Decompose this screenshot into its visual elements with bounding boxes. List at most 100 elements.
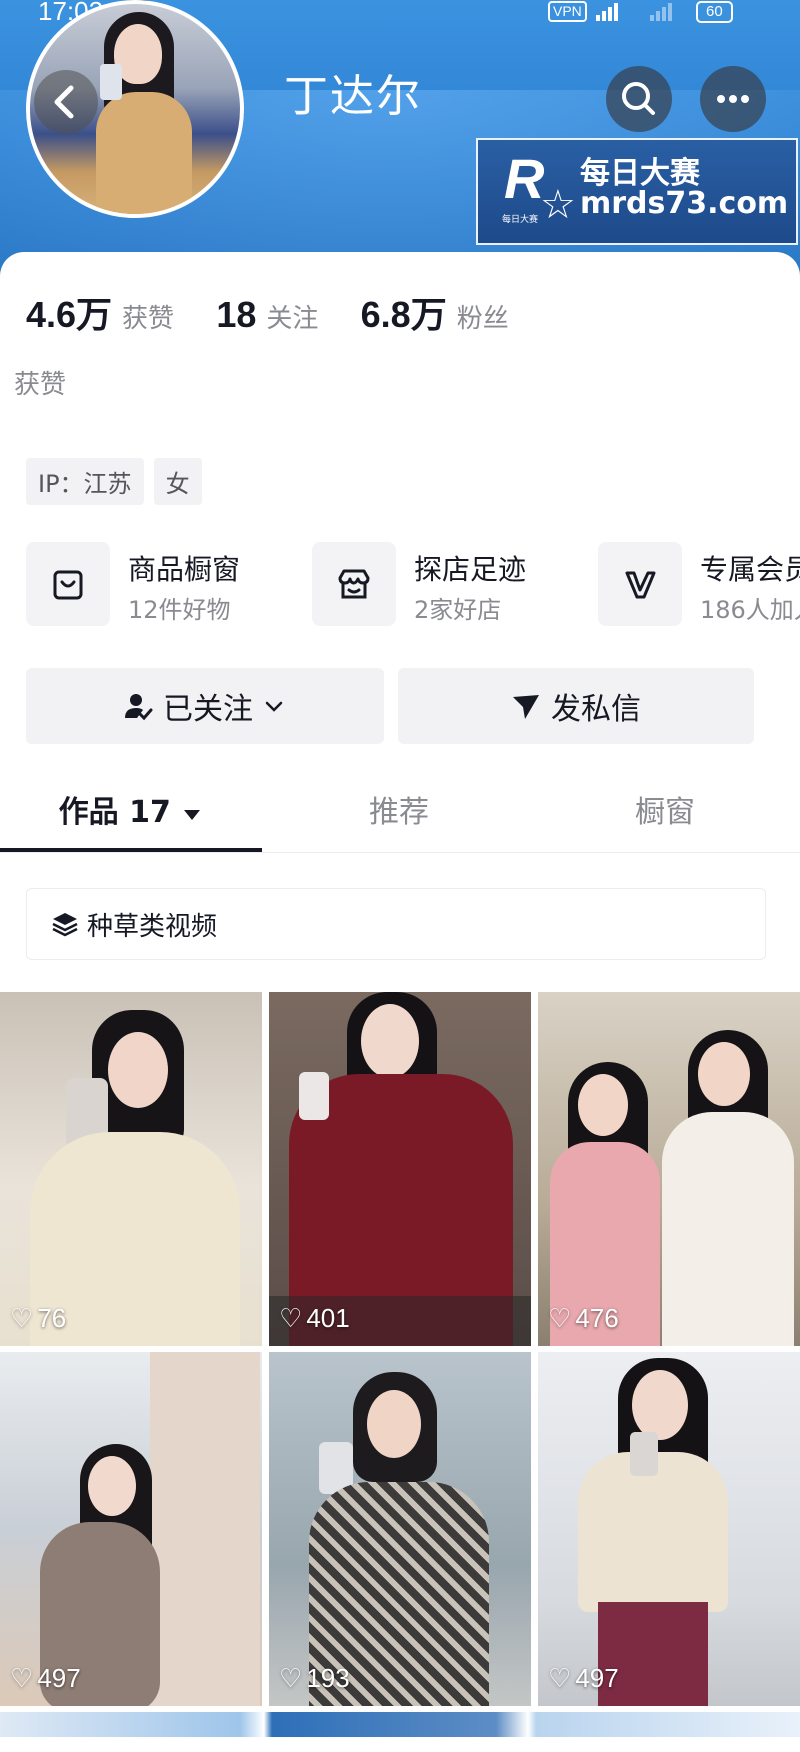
video-likes: ♡ 497: [548, 1663, 619, 1694]
video-thumbnail[interactable]: ♡ 193: [269, 1352, 531, 1706]
video-likes: ♡ 497: [10, 1663, 81, 1694]
video-thumbnail[interactable]: ♡ 497: [538, 1352, 800, 1706]
stat-value: 18: [216, 294, 257, 335]
paper-plane-icon: [513, 695, 539, 719]
thumb-figure: [150, 1352, 260, 1706]
likes-count: 497: [37, 1663, 81, 1693]
shopping-bag-icon: [26, 542, 110, 626]
v-badge-icon: [598, 542, 682, 626]
stat-likes[interactable]: 4.6万 获赞: [26, 286, 174, 338]
next-row-thumbnails[interactable]: [0, 1712, 800, 1737]
thumb-figure: [632, 1370, 688, 1440]
heart-icon: ♡: [10, 1663, 34, 1693]
video-thumbnail[interactable]: ♡ 76: [0, 992, 262, 1346]
star-icon: ☆: [540, 182, 576, 228]
feature-title: 探店足迹: [414, 553, 527, 586]
content-tabs: 作品 17 推荐 橱窗: [0, 774, 800, 853]
more-dots-icon: [717, 95, 749, 103]
stat-label: 获赞: [122, 304, 175, 334]
video-likes: ♡ 76: [10, 1303, 66, 1334]
signal-secondary-icon: [650, 2, 674, 21]
video-thumbnail[interactable]: ♡ 497: [0, 1352, 262, 1706]
thumb-figure: [630, 1432, 658, 1476]
video-thumbnail[interactable]: ♡ 401: [269, 992, 531, 1346]
vpn-badge: VPN: [548, 1, 587, 22]
thumb-figure: [108, 1032, 168, 1108]
tab-works[interactable]: 作品 17: [0, 774, 262, 852]
likes-count: 401: [306, 1303, 350, 1333]
feature-title: 商品橱窗: [128, 553, 241, 586]
thumb-figure: [361, 1004, 419, 1078]
signal-icon: [596, 2, 620, 21]
stat-label: 关注: [266, 304, 319, 334]
video-thumbnail[interactable]: ♡ 476: [538, 992, 800, 1346]
chevron-down-icon: [265, 701, 283, 712]
video-grid: ♡ 76 ♡ 401 ♡ 476 ♡ 497 ♡ 193 ♡ 497: [0, 992, 800, 1752]
video-likes: ♡ 401: [279, 1303, 350, 1334]
heart-icon: ♡: [10, 1303, 34, 1333]
video-likes: ♡ 476: [548, 1303, 619, 1334]
username: 丁达尔: [284, 71, 422, 122]
follow-button[interactable]: 已关注: [26, 668, 384, 744]
thumb-figure: [578, 1074, 628, 1136]
gender-tag: 女: [153, 458, 202, 505]
stats-row: 4.6万 获赞 18 关注 6.8万 粉丝: [26, 286, 543, 338]
stat-following[interactable]: 18 关注: [216, 294, 318, 336]
more-button[interactable]: [700, 66, 766, 132]
user-check-icon: [125, 694, 153, 721]
video-likes: ♡ 193: [279, 1663, 350, 1694]
feature-store-visits[interactable]: 探店足迹 2家好店: [312, 542, 562, 626]
battery-indicator: 60: [696, 1, 733, 23]
avatar-phone: [100, 64, 122, 100]
likes-count: 193: [306, 1663, 350, 1693]
stat-value: 4.6万: [26, 294, 113, 335]
store-icon: [312, 542, 396, 626]
heart-icon: ♡: [548, 1303, 572, 1333]
bio-text: 获赞: [14, 370, 67, 400]
tab-recommend[interactable]: 推荐: [268, 774, 530, 852]
heart-icon: ♡: [548, 1663, 572, 1693]
chevron-left-icon: [54, 85, 74, 119]
feature-subtitle: 186人加入: [700, 596, 800, 624]
profile-panel: 4.6万 获赞 18 关注 6.8万 粉丝 获赞 IP：江苏女 商品橱窗 12件好物 …: [0, 252, 800, 1737]
heart-icon: ♡: [279, 1303, 303, 1333]
follow-label: 已关注: [163, 692, 253, 727]
layers-icon: [52, 913, 78, 937]
thumb-figure: [367, 1390, 421, 1458]
active-tab-indicator: [0, 848, 262, 852]
back-button[interactable]: [34, 70, 98, 134]
thumb-figure: [88, 1456, 136, 1516]
watermark: R ☆ 每日大赛 每日大赛 mrds73.com: [476, 138, 798, 245]
thumb-figure: [698, 1042, 750, 1106]
search-button[interactable]: [606, 66, 672, 132]
stat-followers[interactable]: 6.8万 粉丝: [361, 286, 509, 338]
search-icon: [622, 82, 655, 115]
likes-count: 497: [575, 1663, 619, 1693]
feature-title: 专属会员: [700, 553, 800, 586]
profile-tags: IP：江苏女: [26, 458, 212, 505]
thumb-figure: [662, 1112, 794, 1346]
heart-icon: ♡: [279, 1663, 303, 1693]
caret-down-icon: [184, 809, 201, 820]
tab-showcase[interactable]: 橱窗: [534, 774, 796, 852]
message-button[interactable]: 发私信: [398, 668, 754, 744]
likes-count: 476: [575, 1303, 619, 1333]
watermark-url: mrds73.com: [580, 186, 789, 221]
feature-vip[interactable]: 专属会员 186人加入: [598, 542, 800, 626]
likes-count: 76: [37, 1303, 67, 1333]
thumb-figure: [578, 1452, 728, 1612]
feature-shop-window[interactable]: 商品橱窗 12件好物: [26, 542, 276, 626]
feature-subtitle: 2家好店: [414, 596, 502, 624]
watermark-logo-caption: 每日大赛: [502, 215, 539, 225]
message-label: 发私信: [551, 692, 641, 727]
stat-value: 6.8万: [360, 294, 447, 335]
collection-label: 种草类视频: [87, 911, 218, 942]
tab-works-label: 作品 17: [58, 795, 171, 830]
feature-subtitle: 12件好物: [128, 596, 231, 624]
stat-label: 粉丝: [456, 304, 509, 334]
collection-chip[interactable]: 种草类视频: [26, 888, 766, 960]
thumb-figure: [299, 1072, 329, 1120]
avatar-body: [96, 92, 192, 214]
ip-tag: IP：江苏: [26, 458, 144, 505]
watermark-logo-letter: R: [504, 147, 545, 210]
